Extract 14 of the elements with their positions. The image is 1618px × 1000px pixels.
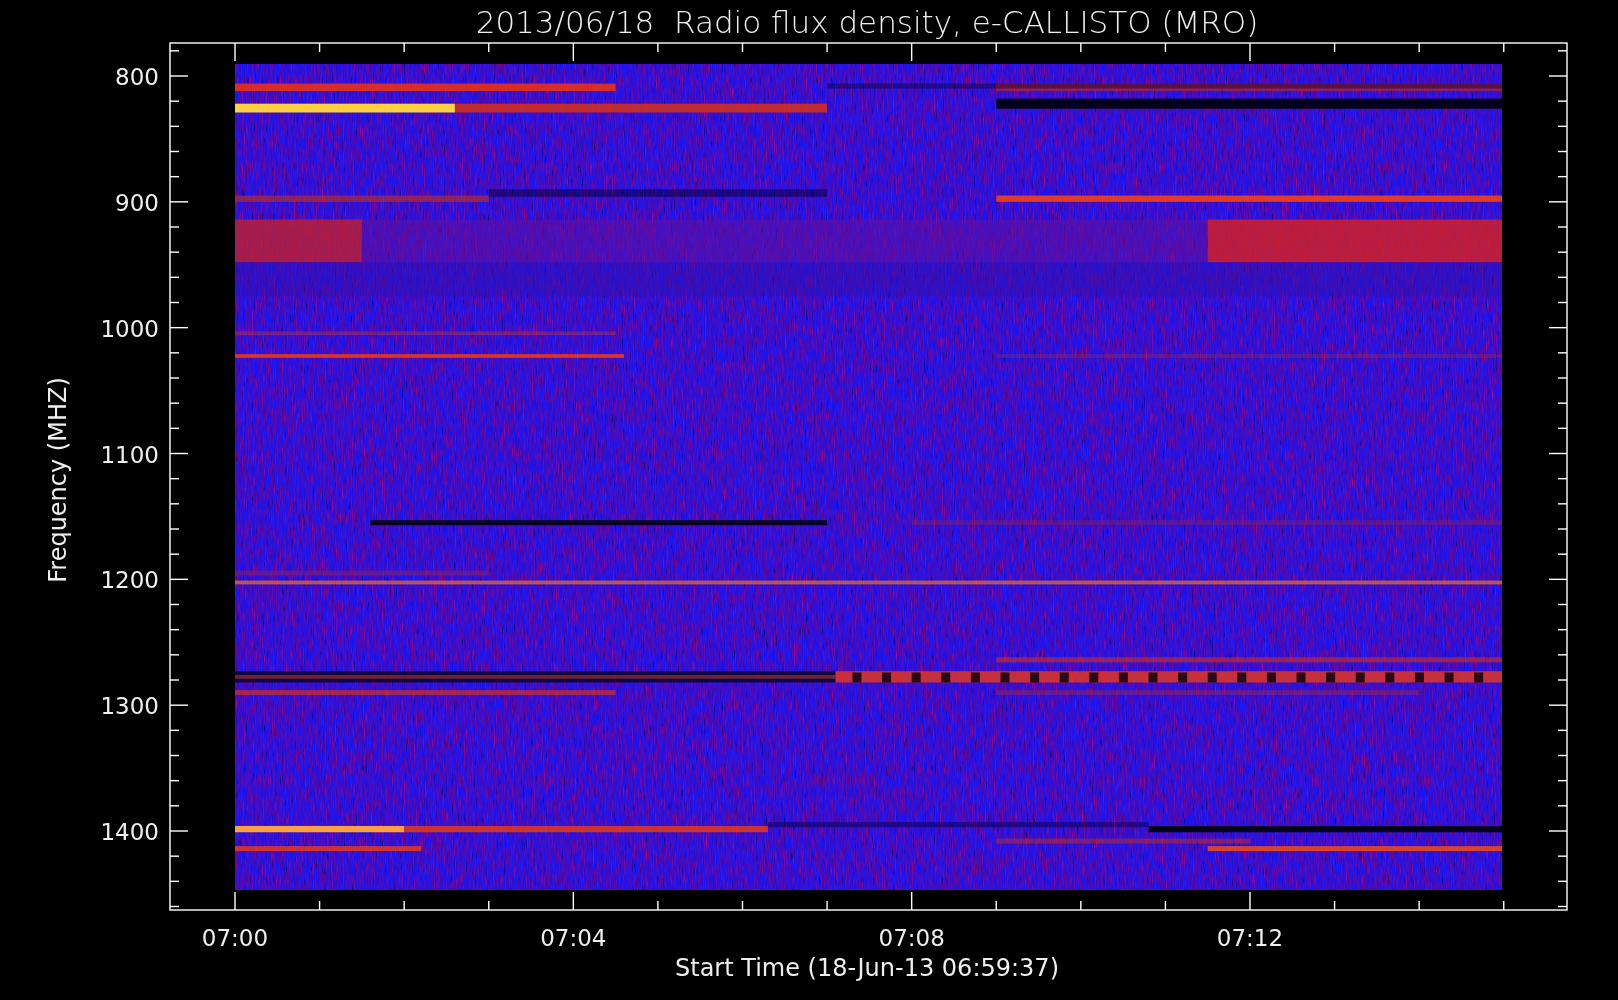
y-axis-label: Frequency (MHZ) (44, 377, 72, 583)
y-tick-label: 1200 (100, 567, 159, 594)
x-tick-label: 07:08 (878, 925, 945, 951)
y-tick-label: 1400 (100, 819, 159, 845)
x-tick-label: 07:12 (1216, 925, 1284, 951)
y-tick-label: 900 (115, 189, 159, 216)
y-tick-label: 1000 (100, 315, 159, 342)
x-tick-label: 07:04 (540, 925, 607, 951)
x-tick-label: 07:00 (201, 925, 269, 951)
chart-title: 2013/06/18 Radio flux density, e-CALLISTO (MRO) (475, 4, 1259, 40)
y-tick-label: 1100 (100, 441, 159, 468)
y-tick-label: 800 (115, 64, 159, 90)
y-tick-label: 1300 (100, 693, 159, 720)
x-axis-label: Start Time (18-Jun-13 06:59:37) (675, 954, 1059, 982)
